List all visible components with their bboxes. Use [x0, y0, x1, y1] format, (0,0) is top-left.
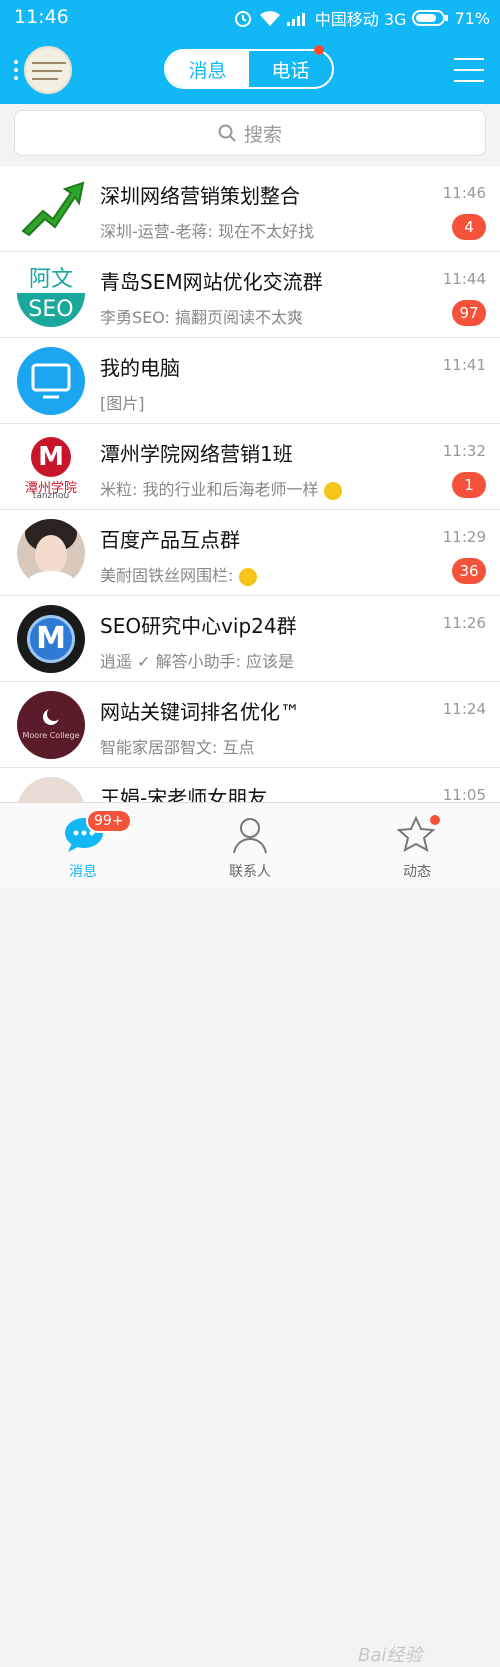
list-item[interactable]: M SEO研究中心vip24群 逍遥 ✓ 解答小助手: 应该是 11:26: [0, 596, 500, 682]
tab-moments-label: 动态: [403, 864, 431, 880]
conversation-time: 11:32: [442, 442, 486, 460]
list-item[interactable]: Moore College 网站关键词排名优化™ 智能家居邵智文: 互点 11:…: [0, 682, 500, 768]
list-item[interactable]: 深圳网络营销策划整合 深圳-运营-老蒋: 现在不太好找 11:46 4: [0, 166, 500, 252]
unread-badge: 4: [452, 214, 486, 240]
conversation-preview: 米粒: 我的行业和后海老师一样: [100, 476, 342, 500]
list-item[interactable]: 我的电脑 [图片] 11:41: [0, 338, 500, 424]
alarm-icon: [234, 11, 251, 27]
group-avatar: [17, 175, 85, 243]
search-input[interactable]: 搜索: [14, 110, 486, 156]
status-time: 11:46: [14, 6, 69, 28]
conversation-name: 深圳网络营销策划整合: [100, 184, 300, 208]
conversation-time: 11:44: [442, 270, 486, 288]
tab-messages[interactable]: 消息: [166, 51, 249, 87]
tab-moments[interactable]: 动态: [334, 803, 500, 889]
list-item[interactable]: 百度产品互点群 美耐固铁丝网围栏: 11:29 36: [0, 510, 500, 596]
conversation-name: 青岛SEM网站优化交流群: [100, 270, 323, 294]
status-bar: 11:46 中国移动 3G 71%: [0, 0, 500, 36]
tab-contacts-label: 联系人: [229, 864, 271, 880]
conversation-time: 11:46: [442, 184, 486, 202]
tab-messages-bottom[interactable]: 消息: [0, 803, 166, 889]
list-item[interactable]: 阿文 SEO 青岛SEM网站优化交流群 李勇SEO: 搞翻页阅读不太爽 11:4…: [0, 252, 500, 338]
tab-phone[interactable]: 电话: [249, 45, 332, 87]
menu-button[interactable]: [454, 58, 484, 82]
conversation-preview: 智能家居邵智文: 互点: [100, 738, 255, 757]
search-area: 搜索: [0, 104, 500, 166]
battery-icon: [412, 10, 449, 26]
group-avatar: M 潭州学院 tanzhou: [17, 433, 85, 501]
group-avatar: Moore College: [17, 691, 85, 759]
my-avatar[interactable]: [24, 46, 72, 94]
group-avatar: 阿文 SEO: [17, 261, 85, 329]
group-avatar: M: [17, 605, 85, 673]
carrier-label: 中国移动 3G: [314, 10, 407, 29]
conversation-time: 11:41: [442, 356, 486, 374]
top-header: 消息 电话: [0, 36, 500, 104]
tab-phone-label: 电话: [271, 59, 310, 82]
phone-unread-dot: [314, 45, 324, 55]
drawer-indicator: [14, 60, 18, 80]
emoji-icon: [323, 481, 342, 500]
unread-badge: 36: [452, 558, 486, 584]
search-icon: [218, 124, 236, 142]
bottom-tab-bar: 消息 99+ 联系人 动态 Bai经验: [0, 802, 500, 1666]
conversation-time: 11:24: [442, 700, 486, 718]
conversation-preview: 深圳-运营-老蒋: 现在不太好找: [100, 222, 315, 241]
watermark: Bai经验: [358, 1645, 423, 1666]
unread-badge: 97: [452, 300, 486, 326]
battery-label: 71%: [454, 8, 490, 28]
conversation-preview: [图片]: [100, 394, 145, 413]
unread-badge: 1: [452, 472, 486, 498]
conversation-preview: 李勇SEO: 搞翻页阅读不太爽: [100, 308, 304, 327]
list-item[interactable]: M 潭州学院 tanzhou 潭州学院网络营销1班 米粒: 我的行业和后海老师一…: [0, 424, 500, 510]
conversation-preview: 美耐固铁丝网围栏:: [100, 562, 257, 586]
monitor-icon: [31, 363, 71, 399]
conversation-time: 11:29: [442, 528, 486, 546]
conversation-name: 我的电脑: [100, 356, 180, 380]
conversation-list: 深圳网络营销策划整合 深圳-运营-老蒋: 现在不太好找 11:46 4 阿文 S…: [0, 166, 500, 854]
tab-messages-label: 消息: [69, 864, 97, 880]
group-avatar: [17, 519, 85, 587]
conversation-name: 百度产品互点群: [100, 528, 240, 552]
conversation-name: 网站关键词排名优化™: [100, 700, 300, 724]
conversation-preview: 逍遥 ✓ 解答小助手: 应该是: [100, 652, 295, 671]
search-placeholder: 搜索: [243, 123, 282, 146]
emoji-icon: [238, 567, 257, 586]
signal-icon: [286, 13, 305, 26]
conversation-time: 11:26: [442, 614, 486, 632]
computer-avatar: [17, 347, 85, 415]
messages-count-badge: 99+: [86, 809, 132, 833]
conversation-name: SEO研究中心vip24群: [100, 614, 297, 638]
wifi-icon: [259, 11, 280, 26]
moments-unread-dot: [430, 815, 440, 825]
messages-phone-switch: 消息 电话: [164, 45, 334, 89]
conversation-name: 潭州学院网络营销1班: [100, 442, 293, 466]
tab-contacts[interactable]: 联系人: [167, 803, 333, 889]
contacts-icon: [233, 818, 267, 854]
